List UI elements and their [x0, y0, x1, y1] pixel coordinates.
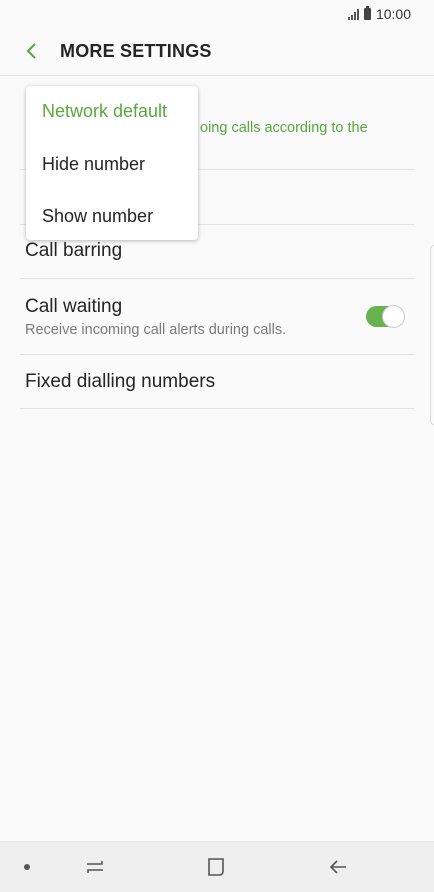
back-button[interactable]: [18, 38, 44, 64]
app-header: MORE SETTINGS: [0, 28, 434, 75]
home-icon: [208, 858, 224, 876]
caller-id-subtitle: oing calls according to the: [200, 120, 368, 136]
call-barring-label: Call barring: [25, 240, 123, 261]
home-button[interactable]: [203, 855, 229, 879]
dropdown-option-network-default[interactable]: Network default: [42, 101, 167, 122]
nav-dot-icon[interactable]: [24, 864, 30, 870]
toggle-knob: [382, 305, 405, 328]
signal-icon: [347, 8, 359, 20]
recents-icon: [87, 861, 103, 873]
call-waiting-label: Call waiting: [25, 296, 123, 317]
edge-panel-handle[interactable]: [430, 245, 434, 425]
battery-icon: [363, 6, 371, 20]
fixed-dialling-row[interactable]: Fixed dialling numbers: [20, 355, 415, 409]
call-waiting-subtitle: Receive incoming call alerts during call…: [25, 322, 287, 338]
recents-button[interactable]: [82, 855, 108, 879]
status-bar: 10:00: [0, 0, 434, 28]
call-waiting-row[interactable]: Call waiting Receive incoming call alert…: [20, 279, 415, 355]
navigation-bar: [0, 841, 434, 892]
arrow-left-icon: [329, 860, 346, 874]
page-title: MORE SETTINGS: [60, 41, 212, 61]
call-waiting-toggle[interactable]: [366, 305, 405, 328]
dropdown-option-hide-number[interactable]: Hide number: [42, 154, 145, 175]
caller-id-dropdown: Network default Hide number Show number: [26, 86, 198, 240]
fixed-dialling-label: Fixed dialling numbers: [25, 371, 216, 392]
status-time: 10:00: [375, 6, 411, 22]
chevron-left-icon: [26, 43, 36, 59]
back-nav-button[interactable]: [325, 855, 351, 879]
dropdown-option-show-number[interactable]: Show number: [42, 206, 153, 227]
